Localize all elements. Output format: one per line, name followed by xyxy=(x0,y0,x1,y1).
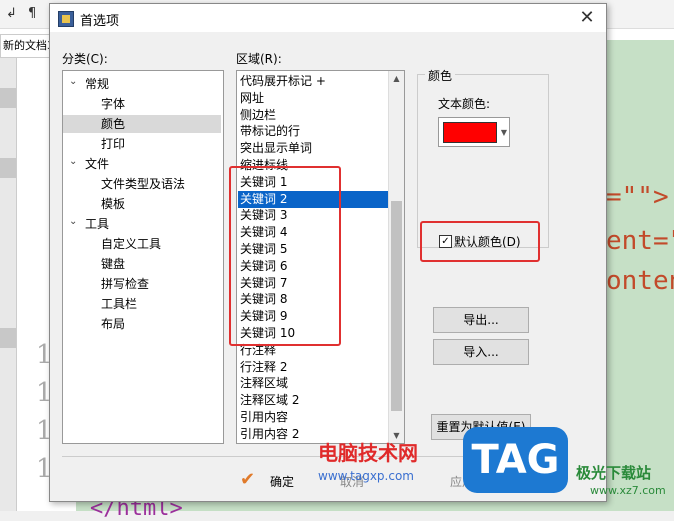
paragraph-icon[interactable]: ¶ xyxy=(28,6,36,21)
tree-item[interactable]: 自定义工具 xyxy=(63,235,221,253)
tree-item-label: 布局 xyxy=(101,317,126,331)
dialog-title: 首选项 xyxy=(80,14,120,29)
scroll-up-icon[interactable]: ▲ xyxy=(389,71,404,86)
area-label: 区域(R): xyxy=(236,52,282,66)
category-label: 分类(C): xyxy=(62,52,108,66)
chevron-down-icon[interactable]: ⌄ xyxy=(69,73,77,91)
tree-item-label: 模板 xyxy=(101,197,126,211)
tree-item[interactable]: 工具栏 xyxy=(63,295,221,313)
side-panel-block xyxy=(0,328,16,348)
tree-item[interactable]: 颜色 xyxy=(63,115,221,133)
text-color-swatch xyxy=(443,122,497,143)
watermark-tag-logo: TAG xyxy=(463,427,568,493)
tree-item[interactable]: 文件类型及语法 xyxy=(63,175,221,193)
area-list-item[interactable]: 带标记的行 xyxy=(238,123,388,140)
tree-item[interactable]: ⌄ 常规 xyxy=(63,75,221,93)
watermark-right-url: www.xz7.com xyxy=(590,484,666,497)
text-color-picker[interactable]: ▼ xyxy=(438,117,510,147)
code-line: =""> xyxy=(606,182,669,212)
area-list-item[interactable]: 注释区域 2 xyxy=(238,392,388,409)
watermark-site-name: 电脑技术网 xyxy=(318,441,418,465)
checkmark-icon: ✔ xyxy=(240,469,256,490)
watermark-right-text: 极光下载站 xyxy=(576,464,652,482)
tree-item[interactable]: 模板 xyxy=(63,195,221,213)
area-list-item[interactable]: 引用内容 xyxy=(238,409,388,426)
chevron-down-icon: ▼ xyxy=(500,128,507,137)
side-panel xyxy=(0,58,17,511)
ok-button[interactable]: ✔ 确定 xyxy=(240,469,310,494)
text-color-label: 文本颜色: xyxy=(438,97,491,111)
ok-button-label: 确定 xyxy=(270,475,295,489)
area-list-item[interactable]: 代码展开标记 + xyxy=(238,73,388,90)
annotation-box-default-color xyxy=(420,221,540,262)
area-list-scrollbar[interactable]: ▲ ▼ xyxy=(388,71,404,443)
watermark-site-url: www.tagxp.com xyxy=(318,469,414,483)
tree-item[interactable]: 布局 xyxy=(63,315,221,333)
tree-item-label: 自定义工具 xyxy=(101,237,162,251)
tree-item[interactable]: ⌄ 工具 xyxy=(63,215,221,233)
area-list-item[interactable]: 侧边栏 xyxy=(238,107,388,124)
area-list-item[interactable]: 注释区域 xyxy=(238,375,388,392)
side-panel-block xyxy=(0,88,16,108)
import-button[interactable]: 导入... xyxy=(433,339,529,365)
code-line: ent=" xyxy=(606,226,674,256)
tree-item-label: 工具 xyxy=(85,217,110,231)
annotation-box-keywords xyxy=(229,166,341,346)
tree-item-label: 常规 xyxy=(85,77,110,91)
chevron-down-icon[interactable]: ⌄ xyxy=(69,153,77,171)
category-tree[interactable]: ⌄ 常规字体颜色打印 ⌄ 文件文件类型及语法 模板 ⌄ 工具自定义工具键盘拼写检查工具栏布局 xyxy=(62,70,224,444)
dialog-titlebar[interactable]: 首选项 ✕ xyxy=(50,4,606,32)
area-list-item[interactable]: 行注释 2 xyxy=(238,359,388,376)
chevron-down-icon[interactable]: ⌄ xyxy=(69,213,77,231)
tree-item[interactable]: 打印 xyxy=(63,135,221,153)
color-group-title: 颜色 xyxy=(425,67,456,84)
tree-item-label: 文件 xyxy=(85,157,110,171)
app-icon xyxy=(58,11,74,27)
tree-item-label: 拼写检查 xyxy=(101,277,150,291)
tree-item-label: 文件类型及语法 xyxy=(101,177,186,191)
close-icon[interactable]: ✕ xyxy=(576,7,598,29)
wrap-icon[interactable]: ↲ xyxy=(6,6,17,21)
scroll-thumb[interactable] xyxy=(391,201,402,411)
tree-item-label: 字体 xyxy=(101,97,126,111)
tree-item[interactable]: ⌄ 文件 xyxy=(63,155,221,173)
tree-item-label: 打印 xyxy=(101,137,126,151)
area-list-item[interactable]: 网址 xyxy=(238,90,388,107)
side-panel-block xyxy=(0,158,16,178)
tree-item-label: 颜色 xyxy=(101,117,126,131)
area-list-item[interactable]: 突出显示单词 xyxy=(238,140,388,157)
tree-item-label: 键盘 xyxy=(101,257,126,271)
tree-item[interactable]: 字体 xyxy=(63,95,221,113)
code-line: onten xyxy=(606,266,674,296)
export-button[interactable]: 导出... xyxy=(433,307,529,333)
tree-item[interactable]: 拼写检查 xyxy=(63,275,221,293)
tree-item-label: 工具栏 xyxy=(101,297,138,311)
tree-item[interactable]: 键盘 xyxy=(63,255,221,273)
